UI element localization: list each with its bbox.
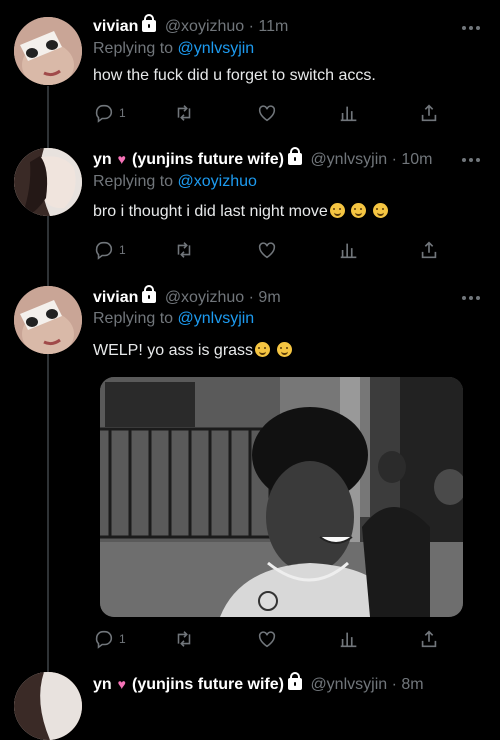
pink-heart-emoji-icon: ♥ [117, 676, 126, 692]
tweet-header: vivian @xoyizhuo · 11m [93, 14, 289, 36]
more-icon[interactable] [462, 26, 480, 30]
avatar[interactable] [14, 286, 82, 354]
more-icon[interactable] [462, 158, 480, 162]
like-button[interactable] [256, 627, 278, 651]
heart-icon [258, 631, 276, 648]
worried-face-emoji-icon [372, 203, 388, 218]
display-name[interactable]: yn [93, 676, 112, 693]
timestamp[interactable]: · 8m [392, 676, 424, 693]
lock-icon [142, 285, 157, 303]
tweet-text: bro i thought i did last night move [93, 203, 328, 220]
reply-button[interactable]: 1 [93, 101, 126, 125]
reply-count: 1 [119, 632, 126, 646]
views-button[interactable] [338, 101, 360, 125]
tweet-header: yn ♥ (yunjins future wife) @ynlvsyjin · 10… [93, 147, 433, 169]
display-name[interactable]: yn [93, 151, 112, 168]
replying-to: Replying to @xoyizhuo [93, 173, 257, 190]
timestamp[interactable]: · 11m [249, 18, 289, 35]
retweet-button[interactable] [173, 238, 195, 262]
worried-face-emoji-icon [351, 203, 367, 218]
replying-to: Replying to @ynlvsyjin [93, 40, 255, 57]
reply-icon [95, 630, 113, 649]
worried-face-emoji-icon [329, 203, 345, 218]
views-icon [340, 243, 357, 259]
reply-icon [95, 241, 113, 260]
retweet-icon [177, 631, 191, 647]
retweet-button[interactable] [173, 101, 195, 125]
laughing-face-emoji-icon [276, 342, 292, 357]
reply-icon [95, 104, 113, 123]
timestamp[interactable]: · 9m [249, 289, 281, 306]
tweet-text: how the fuck did u forget to switch accs… [93, 67, 376, 84]
timestamp[interactable]: · 10m [392, 151, 433, 168]
display-name[interactable]: vivian [93, 289, 138, 306]
retweet-icon [177, 242, 191, 258]
avatar[interactable] [14, 17, 82, 85]
user-handle[interactable]: @xoyizhuo [165, 18, 244, 35]
more-icon[interactable] [462, 296, 480, 300]
views-button[interactable] [338, 627, 360, 651]
user-handle[interactable]: @ynlvsyjin [310, 151, 387, 168]
display-name-suffix[interactable]: (yunjins future wife) [132, 151, 284, 168]
heart-icon [258, 242, 276, 259]
share-icon [421, 630, 437, 648]
avatar[interactable] [14, 672, 82, 740]
avatar[interactable] [14, 148, 82, 216]
tweet-header: yn ♥ (yunjins future wife) @ynlvsyjin · 8m [93, 672, 424, 694]
reply-count: 1 [119, 243, 126, 257]
tweet-media-image[interactable] [100, 377, 463, 617]
reply-button[interactable]: 1 [93, 627, 126, 651]
lock-icon [287, 672, 302, 690]
tweet-actions: 1 [93, 101, 449, 125]
tweet-actions: 1 [93, 238, 449, 262]
pink-heart-emoji-icon: ♥ [117, 151, 126, 167]
lock-icon [287, 147, 302, 165]
replying-to-handle[interactable]: @ynlvsyjin [178, 40, 255, 57]
reply-count: 1 [119, 106, 126, 120]
replying-to-handle[interactable]: @ynlvsyjin [178, 310, 255, 327]
display-name[interactable]: vivian [93, 18, 138, 35]
replying-to: Replying to @ynlvsyjin [93, 310, 255, 327]
tweet-text: WELP! yo ass is grass [93, 342, 254, 359]
laughing-face-emoji-icon [255, 342, 271, 357]
share-button[interactable] [418, 238, 440, 262]
views-icon [340, 632, 357, 648]
like-button[interactable] [256, 238, 278, 262]
share-button[interactable] [418, 627, 440, 651]
share-icon [421, 241, 437, 259]
user-handle[interactable]: @ynlvsyjin [310, 676, 387, 693]
heart-icon [258, 105, 276, 122]
user-handle[interactable]: @xoyizhuo [165, 289, 244, 306]
views-button[interactable] [338, 238, 360, 262]
media-photo [100, 377, 463, 617]
views-icon [340, 106, 357, 122]
share-icon [421, 104, 437, 122]
tweet-text-line: bro i thought i did last night move [93, 203, 388, 221]
retweet-button[interactable] [173, 627, 195, 651]
share-button[interactable] [418, 101, 440, 125]
tweet-header: vivian @xoyizhuo · 9m [93, 285, 281, 307]
display-name-suffix[interactable]: (yunjins future wife) [132, 676, 284, 693]
like-button[interactable] [256, 101, 278, 125]
tweet-actions: 1 [93, 627, 449, 651]
tweet-text-line: WELP! yo ass is grass [93, 342, 292, 360]
replying-to-handle[interactable]: @xoyizhuo [178, 173, 257, 190]
retweet-icon [177, 105, 191, 121]
reply-button[interactable]: 1 [93, 238, 126, 262]
lock-icon [142, 14, 157, 32]
